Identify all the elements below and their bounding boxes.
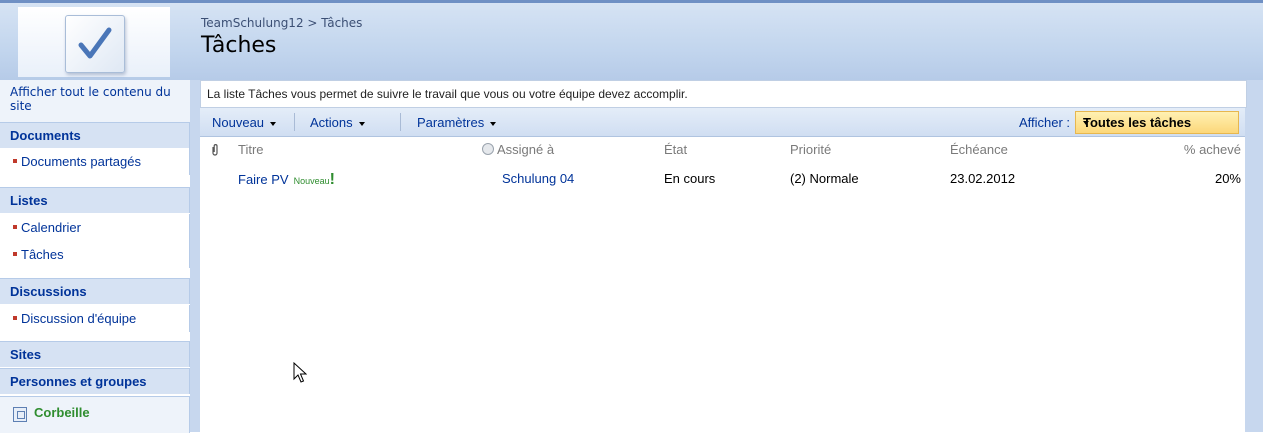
- settings-menu-label: Paramètres: [417, 115, 485, 130]
- nav-heading-discussions-label: Discussions: [10, 284, 87, 299]
- header-bar: TeamSchulung12 > Tâches Tâches: [0, 0, 1263, 80]
- toolbar-separator: [400, 113, 401, 131]
- header-top-line: [0, 0, 1263, 3]
- view-label: Afficher :: [1018, 115, 1070, 130]
- actions-menu-button[interactable]: Actions: [310, 115, 365, 130]
- dropdown-arrow-icon: [270, 121, 277, 126]
- bullet-icon: [13, 252, 17, 256]
- content-right-border: [1245, 80, 1263, 432]
- presence-icon: [482, 143, 494, 155]
- breadcrumb-separator: >: [307, 16, 318, 30]
- recycle-bin-link[interactable]: Corbeille: [0, 396, 190, 433]
- task-due-date: 23.02.2012: [950, 171, 1016, 186]
- dropdown-arrow-icon: [358, 121, 365, 126]
- assigned-to-link[interactable]: Schulung 04: [502, 171, 574, 186]
- actions-menu-label: Actions: [310, 115, 353, 130]
- nav-heading-sites[interactable]: Sites: [0, 341, 190, 367]
- view-all-site-content-link[interactable]: Afficher tout le contenu du site: [0, 80, 191, 122]
- recycle-bin-label: Corbeille: [34, 405, 90, 420]
- task-percent-complete: 20%: [1214, 171, 1241, 186]
- column-header-assigned-to[interactable]: Assigné à: [482, 142, 554, 157]
- content-left-border: [190, 80, 200, 432]
- column-header-title[interactable]: Titre: [238, 142, 264, 157]
- nav-item-shared-documents[interactable]: Documents partagés: [0, 148, 190, 175]
- bullet-icon: [13, 159, 17, 163]
- task-title-link[interactable]: Faire PV Nouveau!: [238, 171, 335, 189]
- list-toolbar: Nouveau Actions Paramètres Afficher : To…: [200, 108, 1245, 137]
- checklist-logo-icon: [65, 15, 125, 73]
- nav-heading-lists[interactable]: Listes: [0, 187, 190, 213]
- breadcrumb: TeamSchulung12 > Tâches: [201, 16, 362, 30]
- settings-menu-button[interactable]: Paramètres: [417, 115, 497, 130]
- nav-heading-sites-label: Sites: [10, 347, 42, 362]
- toolbar-separator: [294, 113, 295, 131]
- nav-heading-people-label: Personnes et groupes: [10, 374, 147, 389]
- task-priority: (2) Normale: [790, 171, 859, 186]
- new-exclamation-icon: !: [329, 171, 335, 188]
- dropdown-arrow-icon: [490, 121, 497, 126]
- site-logo[interactable]: [18, 7, 170, 77]
- nav-item-team-discussion[interactable]: Discussion d'équipe: [0, 305, 190, 332]
- mouse-pointer-icon: [293, 361, 308, 387]
- attachment-icon[interactable]: [211, 144, 219, 156]
- bullet-icon: [13, 225, 17, 229]
- column-header-status[interactable]: État: [664, 142, 687, 157]
- nav-item-tasks[interactable]: Tâches: [0, 241, 190, 268]
- list-description: La liste Tâches vous permet de suivre le…: [200, 80, 1247, 108]
- new-badge: Nouveau: [293, 176, 330, 186]
- nav-heading-lists-label: Listes: [10, 193, 48, 208]
- nav-item-label: Documents partagés: [21, 154, 141, 169]
- breadcrumb-current: Tâches: [321, 16, 363, 30]
- nav-item-label: Discussion d'équipe: [21, 311, 137, 326]
- nav-heading-people-and-groups[interactable]: Personnes et groupes: [0, 368, 190, 394]
- column-header-due-date[interactable]: Échéance: [950, 142, 1008, 157]
- nav-heading-documents[interactable]: Documents: [0, 122, 190, 148]
- main-content: La liste Tâches vous permet de suivre le…: [190, 80, 1263, 432]
- column-header-priority[interactable]: Priorité: [790, 142, 831, 157]
- left-navigation: Afficher tout le contenu du site Documen…: [0, 80, 191, 433]
- nav-heading-discussions[interactable]: Discussions: [0, 278, 190, 304]
- new-menu-button[interactable]: Nouveau: [212, 115, 277, 130]
- page-title: Tâches: [201, 33, 277, 58]
- bullet-icon: [13, 316, 17, 320]
- recycle-bin-icon: [13, 407, 27, 422]
- nav-item-label: Tâches: [21, 247, 64, 262]
- nav-item-label: Calendrier: [21, 220, 81, 235]
- view-selector-value: Toutes les tâches: [1083, 115, 1192, 130]
- nav-heading-documents-label: Documents: [10, 128, 81, 143]
- column-header-percent-complete[interactable]: % achevé: [1184, 142, 1241, 157]
- column-header-assigned-to-label: Assigné à: [497, 142, 555, 157]
- task-title-text: Faire PV: [238, 172, 289, 187]
- task-status: En cours: [664, 171, 716, 186]
- view-selector[interactable]: Toutes les tâches: [1075, 111, 1239, 134]
- breadcrumb-site-link[interactable]: TeamSchulung12: [201, 16, 304, 30]
- nav-item-calendar[interactable]: Calendrier: [0, 214, 190, 241]
- list-description-text: La liste Tâches vous permet de suivre le…: [207, 87, 688, 101]
- dropdown-arrow-icon: [1083, 121, 1089, 125]
- new-menu-label: Nouveau: [212, 115, 265, 130]
- view-all-site-content-label: Afficher tout le contenu du site: [10, 85, 171, 113]
